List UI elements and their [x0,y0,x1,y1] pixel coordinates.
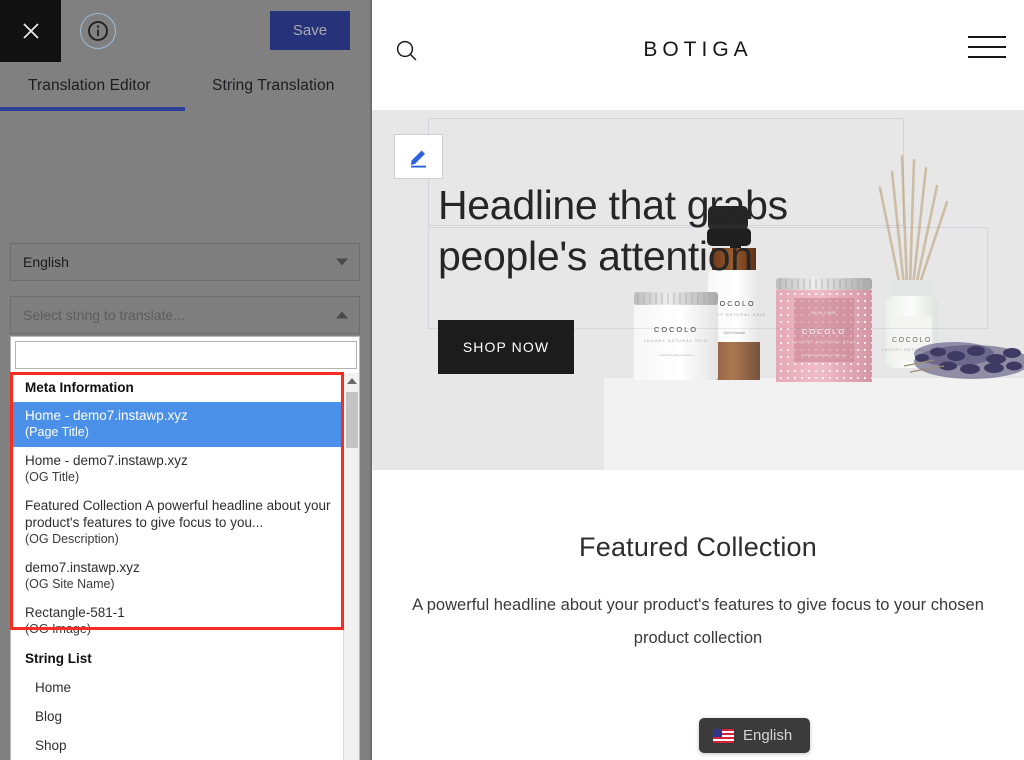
dropdown-option-subtext: (OG Title) [25,470,80,484]
screen-root: Save Translation Editor String Translati… [0,0,1024,760]
triangle-up-icon [347,378,357,384]
save-button[interactable]: Save [270,11,350,50]
shop-now-button[interactable]: SHOP NOW [438,320,574,374]
dropdown-option-subtext: (OG Site Name) [25,577,115,591]
language-select[interactable]: English [10,243,360,281]
tab-string-translation[interactable]: String Translation [212,62,334,109]
pencil-edit-icon [410,150,426,168]
string-select[interactable]: Select string to translate... [10,296,360,334]
dropdown-option-text: Shop [35,738,67,753]
dropdown-option-subtext: (OG Image) [25,622,91,636]
dropdown-option-list[interactable]: Meta Information Home - demo7.instawp.xyz… [11,373,345,760]
info-icon [88,21,108,41]
dropdown-option[interactable]: Blog [11,702,345,731]
scrollbar-thumb[interactable] [346,392,358,448]
dropdown-option[interactable]: Featured Collection A powerful headline … [11,492,345,554]
dropdown-scrollbar[interactable] [343,373,359,760]
info-button[interactable] [80,13,116,49]
featured-collection-subtitle: A powerful headline about your product's… [412,596,984,647]
dropdown-option[interactable]: Home [11,673,345,702]
language-switcher[interactable]: English [699,718,811,753]
svg-text:COCOLO: COCOLO [892,337,932,344]
language-switcher-label: English [743,727,793,744]
site-header: BOTIGA [372,0,1024,110]
dropdown-option[interactable]: demo7.instawp.xyz (OG Site Name) [11,554,345,599]
dropdown-group-label: Meta Information [25,380,134,395]
hero-section: COCOLO LUXURY NATURAL SKIN COCOLO LUXURY… [372,110,1024,470]
dropdown-option-text: Home [35,680,72,695]
string-select-dropdown: Meta Information Home - demo7.instawp.xyz… [10,336,360,760]
menu-bar-1 [968,36,1006,38]
dropdown-option-text: Featured Collection A powerful headline … [25,498,331,530]
edit-hero-title-button[interactable] [394,134,443,179]
active-tab-indicator [0,107,185,111]
featured-collection-section: Featured Collection A powerful headline … [372,470,1024,655]
dropdown-option-subtext: (OG Description) [25,532,119,546]
scroll-up-button[interactable] [344,373,359,389]
dropdown-option-text: Home - demo7.instawp.xyz [25,453,188,468]
hero-copy: Headline that grabs people's attention S… [438,180,898,374]
translation-editor-panel: Save Translation Editor String Translati… [0,0,370,760]
dropdown-option[interactable]: Rectangle-581-1 (OG Image) [11,599,345,644]
site-preview-panel: BOTIGA COCOLO LUXURY NATURAL SKIN COCOLO… [370,0,1024,760]
menu-bar-2 [968,46,1006,48]
tab-string-translation-label: String Translation [212,76,335,94]
us-flag-icon [713,728,734,743]
dropdown-option-text: Home - demo7.instawp.xyz [25,408,188,423]
dropdown-option[interactable]: Home - demo7.instawp.xyz (OG Title) [11,447,345,492]
close-button[interactable] [0,0,61,62]
string-select-placeholder: Select string to translate... [23,307,185,323]
editor-tabs: Translation Editor String Translation [0,62,370,111]
dropdown-search-input[interactable] [15,341,357,369]
editor-toolbar: Save [0,0,370,62]
chevron-down-icon [336,258,348,266]
site-logo[interactable]: BOTIGA [372,38,1024,62]
dropdown-option-subtext: (Page Title) [25,425,89,439]
close-icon [22,23,39,39]
dropdown-option-text: Blog [35,709,63,724]
dropdown-group-label: String List [25,651,92,666]
chevron-up-icon [336,311,348,319]
featured-collection-title: Featured Collection [579,532,817,562]
dropdown-option[interactable]: Shop [11,731,345,760]
language-select-value: English [23,254,69,270]
menu-bar-3 [968,56,1006,58]
tab-translation-editor[interactable]: Translation Editor [28,62,151,109]
hamburger-menu-icon[interactable] [968,36,1006,58]
dropdown-option-text: Rectangle-581-1 [25,605,125,620]
tab-translation-editor-label: Translation Editor [28,76,151,94]
hero-title: Headline that grabs people's attention [438,182,788,279]
dropdown-option-text: demo7.instawp.xyz [25,560,140,575]
dropdown-option[interactable]: Home - demo7.instawp.xyz (Page Title) [11,402,345,447]
